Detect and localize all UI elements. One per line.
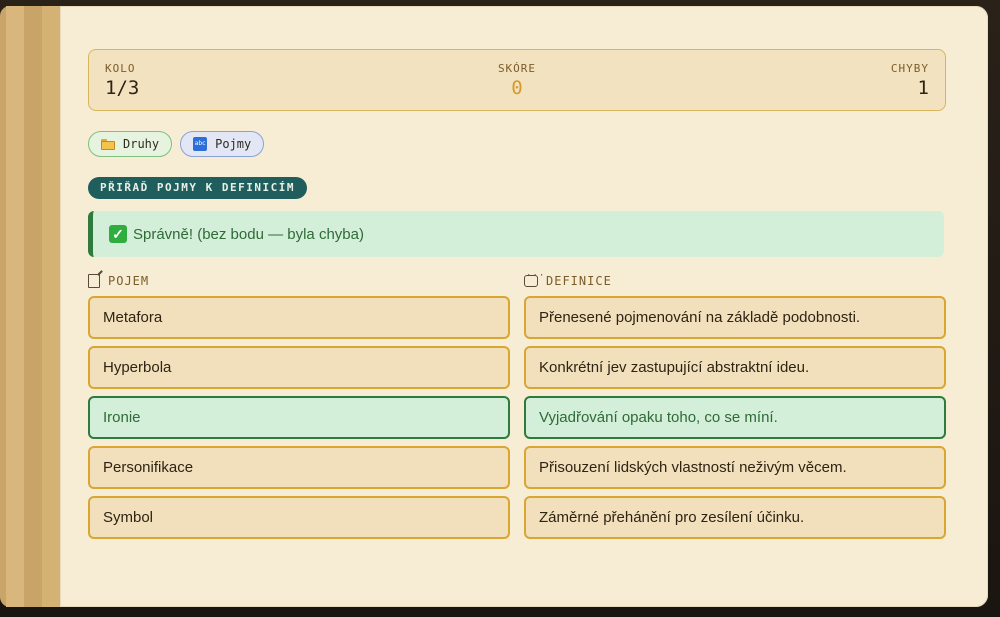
chip-druhy[interactable]: Druhy bbox=[88, 131, 173, 157]
score-value: 0 bbox=[511, 77, 523, 99]
folder-icon bbox=[101, 139, 115, 150]
chip-pojmy[interactable]: abc Pojmy bbox=[180, 131, 265, 157]
stats-bar: KOLO 1/3 SKÓRE 0 CHYBY 1 bbox=[88, 49, 946, 111]
terms-header: POJEM bbox=[88, 274, 149, 288]
term-card[interactable]: Personifikace bbox=[88, 446, 510, 489]
book-page: KOLO 1/3 SKÓRE 0 CHYBY 1 Druhy abc Pojmy… bbox=[60, 6, 988, 607]
definition-card-matched[interactable]: Vyjadřování opaku toho, co se míní. bbox=[524, 396, 946, 439]
score-label: SKÓRE bbox=[497, 62, 537, 75]
terms-column: Metafora Hyperbola Ironie Personifikace … bbox=[88, 296, 510, 546]
definitions-header: DEFINICE bbox=[524, 271, 612, 288]
term-card[interactable]: Metafora bbox=[88, 296, 510, 339]
instruction-badge: PŘIŘAĎ POJMY K DEFINICÍM bbox=[88, 177, 307, 199]
abc-icon: abc bbox=[193, 137, 208, 151]
term-card[interactable]: Symbol bbox=[88, 496, 510, 539]
definitions-column: Přenesené pojmenování na základě podobno… bbox=[524, 296, 946, 546]
definition-card[interactable]: Záměrné přehánění pro zesílení účinku. bbox=[524, 496, 946, 539]
mode-chips: Druhy abc Pojmy bbox=[88, 131, 265, 157]
feedback-text: Správně! (bez bodu — byla chyba) bbox=[133, 225, 364, 243]
definition-card[interactable]: Konkrétní jev zastupující abstraktní ide… bbox=[524, 346, 946, 389]
memo-icon bbox=[88, 274, 100, 288]
terms-header-label: POJEM bbox=[108, 274, 150, 288]
definition-card[interactable]: Přenesené pojmenování na základě podobno… bbox=[524, 296, 946, 339]
chip-label: Pojmy bbox=[215, 137, 252, 151]
page-edge bbox=[24, 6, 43, 607]
feedback-banner: ✓ Správně! (bez bodu — byla chyba) bbox=[88, 211, 944, 257]
term-card-matched[interactable]: Ironie bbox=[88, 396, 510, 439]
errors-label: CHYBY bbox=[890, 62, 929, 75]
errors-value: 1 bbox=[917, 77, 929, 99]
term-card[interactable]: Hyperbola bbox=[88, 346, 510, 389]
score-stat: SKÓRE 0 bbox=[89, 62, 945, 99]
definition-card[interactable]: Přisouzení lidských vlastností neživým v… bbox=[524, 446, 946, 489]
check-icon: ✓ bbox=[109, 225, 127, 243]
speech-bubble-icon bbox=[524, 271, 545, 287]
definitions-header-label: DEFINICE bbox=[546, 274, 612, 288]
errors-stat: CHYBY 1 bbox=[891, 62, 929, 99]
page-edge bbox=[6, 6, 25, 607]
chip-label: Druhy bbox=[123, 137, 160, 151]
